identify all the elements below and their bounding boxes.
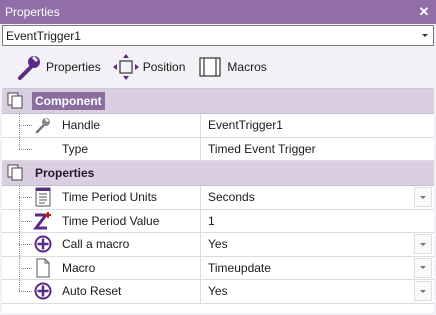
pages-icon: [2, 163, 32, 183]
chevron-down-icon[interactable]: [414, 257, 432, 278]
property-row-time-period-value[interactable]: Time Period Value 1: [2, 209, 434, 233]
chevron-down-icon[interactable]: [414, 234, 432, 255]
chevron-down-icon[interactable]: [416, 26, 433, 45]
property-value: EventTrigger1: [208, 118, 283, 133]
panel-titlebar: Properties ✕: [0, 0, 436, 24]
property-value: 1: [208, 213, 215, 228]
property-name: Auto Reset: [62, 284, 122, 299]
object-select-value: EventTrigger1: [6, 28, 81, 43]
panel-title: Properties: [5, 5, 60, 19]
property-value: Yes: [208, 284, 228, 299]
tab-properties[interactable]: Properties: [14, 52, 101, 82]
property-row-auto-reset[interactable]: Auto Reset Yes: [2, 280, 434, 304]
chevron-down-icon[interactable]: [414, 281, 432, 302]
property-value-call-a-macro[interactable]: Yes: [200, 233, 434, 256]
property-value-type: Timed Event Trigger: [200, 137, 434, 160]
chevron-down-icon[interactable]: [414, 187, 432, 208]
property-name: Time Period Value: [62, 213, 160, 228]
tab-position-label: Position: [142, 60, 186, 74]
tab-position[interactable]: Position: [111, 52, 186, 82]
property-name: Handle: [62, 118, 101, 133]
macro-icon: [195, 52, 225, 82]
property-value-time-period-value[interactable]: 1: [200, 209, 434, 232]
plus-circle-icon: [32, 282, 54, 300]
property-value-handle[interactable]: EventTrigger1: [200, 114, 434, 137]
section-component[interactable]: Component: [2, 89, 434, 114]
z-plus-icon: [32, 211, 54, 231]
property-value-macro[interactable]: Timeupdate: [200, 256, 434, 279]
property-value: Timed Event Trigger: [208, 141, 316, 156]
plus-circle-icon: [32, 235, 54, 253]
property-grid: Component Handle EventTrigger1 Type Time…: [2, 88, 434, 313]
pages-icon: [2, 91, 32, 111]
document-icon: [32, 258, 54, 278]
property-name: Call a macro: [62, 237, 130, 252]
property-row-type[interactable]: Type Timed Event Trigger: [2, 137, 434, 161]
object-select[interactable]: EventTrigger1: [2, 25, 434, 46]
section-component-label: Component: [32, 92, 105, 110]
wrench-icon: [32, 116, 54, 134]
property-name: Type: [62, 141, 89, 156]
property-value: Timeupdate: [208, 260, 271, 275]
property-row-time-period-units[interactable]: Time Period Units Seconds: [2, 186, 434, 210]
property-value: Yes: [208, 237, 228, 252]
move-arrows-icon: [111, 52, 141, 82]
list-document-icon: [32, 187, 54, 207]
tab-macros[interactable]: Macros: [195, 52, 267, 82]
section-properties-label: Properties: [35, 166, 95, 180]
section-properties[interactable]: Properties: [2, 161, 434, 186]
tab-properties-label: Properties: [46, 60, 101, 74]
property-value-auto-reset[interactable]: Yes: [200, 280, 434, 303]
property-value-time-period-units[interactable]: Seconds: [200, 186, 434, 209]
property-name: Macro: [62, 260, 96, 275]
property-row-macro[interactable]: Macro Timeupdate: [2, 256, 434, 280]
close-icon[interactable]: ✕: [414, 2, 434, 22]
property-value: Seconds: [208, 190, 255, 205]
tab-macros-label: Macros: [227, 60, 267, 74]
property-name: Time Period Units: [62, 190, 157, 205]
property-row-handle[interactable]: Handle EventTrigger1: [2, 114, 434, 138]
property-row-call-a-macro[interactable]: Call a macro Yes: [2, 233, 434, 257]
wrench-icon: [14, 52, 44, 82]
tab-bar: Properties Position Macros: [0, 47, 436, 87]
